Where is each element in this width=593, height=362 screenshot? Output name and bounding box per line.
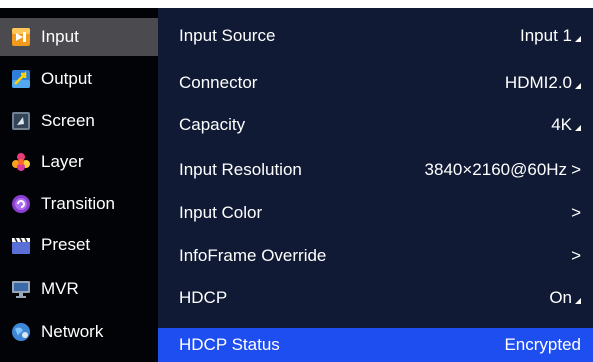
sidebar-item-label: MVR [41,279,79,298]
input-color-value[interactable]: > [567,203,581,223]
sidebar-item-output[interactable]: Output [0,60,158,98]
input-icon [11,27,31,47]
hdcp-row[interactable]: HDCP On [158,278,593,318]
sidebar-item-label: Screen [41,111,95,130]
sidebar-item-label: Preset [41,235,91,254]
row-value: HDMI2.0 [504,73,572,92]
dropdown-triangle-icon [575,297,581,304]
dropdown-triangle-icon [575,35,581,42]
infoframe-override-row[interactable]: InfoFrame Override > [158,236,593,276]
preset-icon [11,235,31,255]
sidebar-item-input[interactable]: Input [0,18,158,56]
connector-dropdown[interactable]: HDMI2.0 [505,73,581,93]
row-label: Capacity [179,115,246,134]
sidebar-item-transition[interactable]: Transition [0,185,158,223]
input-source-row[interactable]: Input Source Input 1 [158,16,593,56]
row-label: Input Source [179,26,276,45]
sidebar-item-preset[interactable]: Preset [0,226,158,264]
settings-panel: Input Source Input 1 Connector HDMI2.0 C… [158,8,593,362]
monitor-icon [11,279,31,299]
row-label: InfoFrame Override [179,246,327,265]
output-icon [11,69,31,89]
sidebar: Input Output Screen Layer Transition Pre… [0,8,158,362]
row-value: Encrypted [504,335,581,354]
sidebar-item-label: Network [41,322,104,341]
row-label: HDCP Status [179,335,280,354]
capacity-row[interactable]: Capacity 4K [158,105,593,145]
sidebar-item-label: Transition [41,194,116,213]
input-resolution-row[interactable]: Input Resolution 3840×2160@60Hz > [158,150,593,190]
transition-icon [11,194,31,214]
row-label: Input Resolution [179,160,302,179]
dropdown-triangle-icon [575,124,581,131]
sidebar-item-label: Layer [41,152,84,171]
sidebar-item-label: Input [41,27,79,46]
network-icon [11,322,31,342]
hdcp-status-row[interactable]: HDCP Status Encrypted [158,328,593,362]
row-label: HDCP [179,288,228,307]
device-menu-screen: Input Output Screen Layer Transition Pre… [0,8,593,362]
sidebar-item-mvr[interactable]: MVR [0,270,158,308]
sidebar-item-label: Output [41,69,93,88]
row-label: Input Color [179,203,263,222]
chevron-right-icon: > [571,246,581,265]
row-value: 4K [551,115,572,134]
input-color-row[interactable]: Input Color > [158,193,593,233]
chevron-right-icon: > [571,203,581,222]
hdcp-status-value: Encrypted [504,335,581,355]
sidebar-item-screen[interactable]: Screen [0,102,158,140]
capacity-dropdown[interactable]: 4K [551,115,581,135]
infoframe-override-value[interactable]: > [567,246,581,266]
dropdown-triangle-icon [575,82,581,89]
row-label: Connector [179,73,258,92]
input-source-dropdown[interactable]: Input 1 [520,26,581,46]
row-value: 3840×2160@60Hz [424,160,568,179]
screen-icon [11,111,31,131]
chevron-right-icon: > [571,160,581,179]
sidebar-item-network[interactable]: Network [0,313,158,351]
sidebar-item-layer[interactable]: Layer [0,143,158,181]
layer-icon [11,152,31,172]
connector-row[interactable]: Connector HDMI2.0 [158,63,593,103]
row-value: Input 1 [520,26,572,45]
row-value: On [549,288,572,307]
input-resolution-value[interactable]: 3840×2160@60Hz > [425,160,581,180]
hdcp-dropdown[interactable]: On [549,288,581,308]
